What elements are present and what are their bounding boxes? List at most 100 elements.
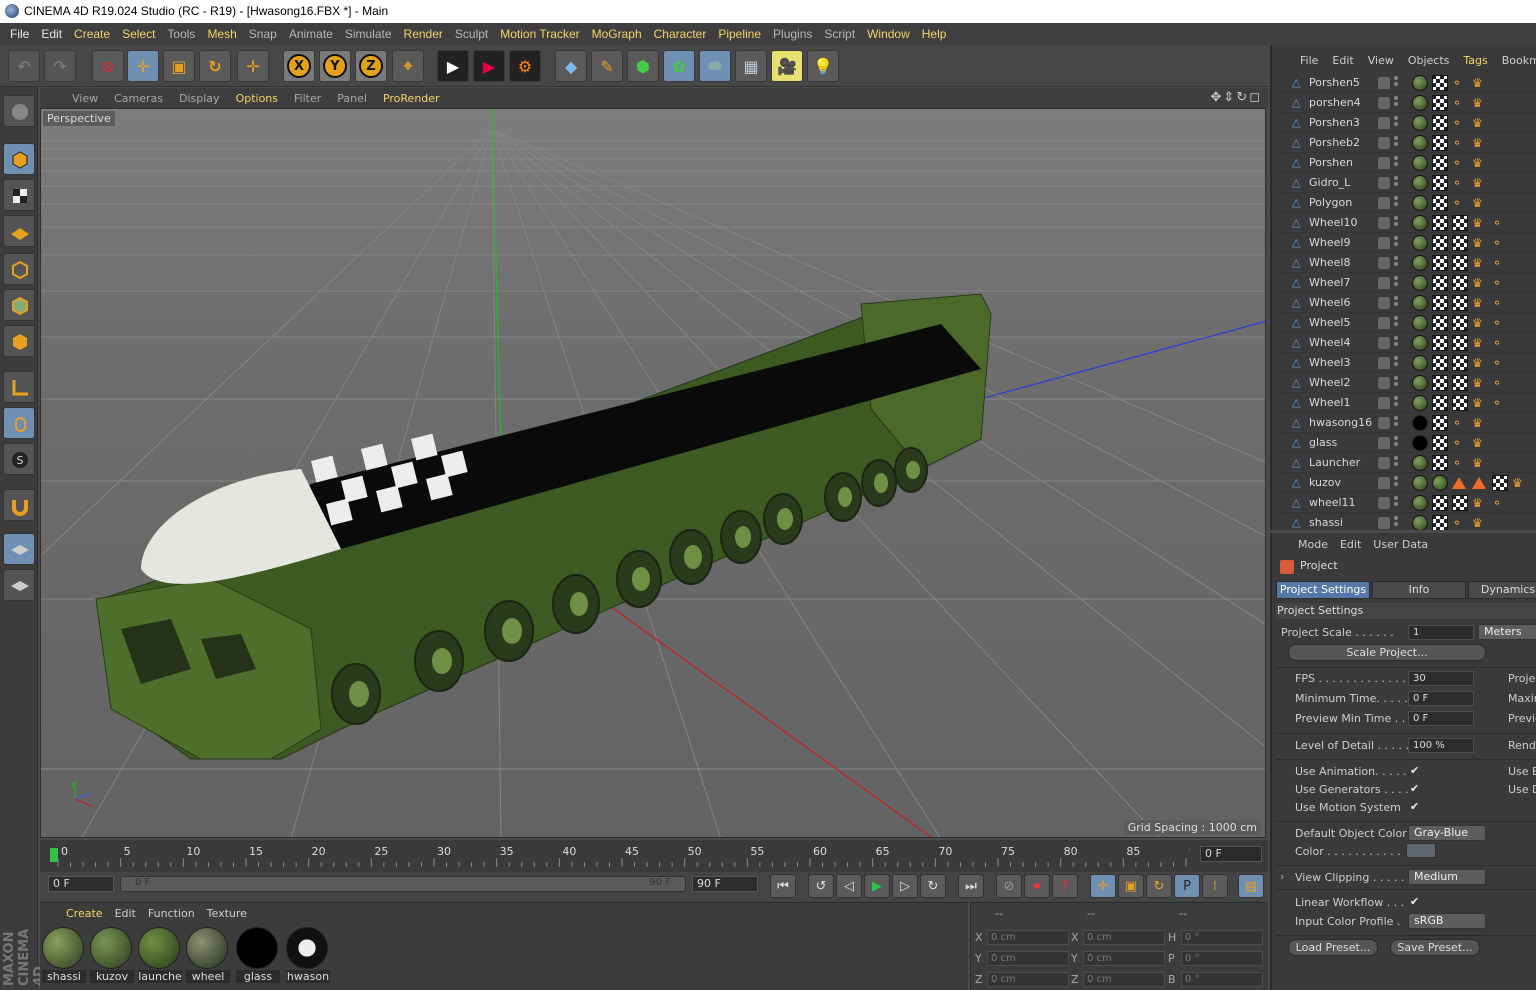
attr-menu-mode[interactable]: Mode (1292, 538, 1334, 551)
step-back-icon[interactable]: ◁ (836, 874, 862, 898)
visibility-dots-icon[interactable] (1394, 256, 1398, 270)
uvw-tag-icon[interactable] (1432, 135, 1448, 151)
linear-workflow-checkbox[interactable]: ✔ (1410, 896, 1422, 908)
layer-toggle-icon[interactable] (1378, 437, 1390, 449)
workplane-mode-icon[interactable] (3, 215, 35, 247)
menu-render[interactable]: Render (398, 27, 449, 41)
material-tag-icon[interactable] (1412, 95, 1428, 111)
phong-tag-icon[interactable]: ⚬ (1452, 115, 1468, 131)
load-preset-button[interactable]: Load Preset... (1288, 939, 1378, 956)
uvw-tag-icon[interactable] (1452, 395, 1468, 411)
layer-toggle-icon[interactable] (1378, 317, 1390, 329)
menu-tools[interactable]: Tools (161, 27, 201, 41)
layer-toggle-icon[interactable] (1378, 77, 1390, 89)
tab-info[interactable]: Info (1372, 581, 1466, 599)
objects-menu-tags[interactable]: Tags (1457, 54, 1495, 67)
uvw-tag-icon[interactable] (1432, 515, 1448, 530)
object-name[interactable]: Porshen3 (1309, 116, 1360, 129)
goto-next-key-icon[interactable]: ↻ (920, 874, 946, 898)
phong-tag-icon[interactable]: ♛ (1472, 495, 1488, 511)
phong-tag-icon[interactable]: ⚬ (1492, 495, 1508, 511)
camera-label[interactable]: Perspective (43, 111, 115, 126)
render-picture-viewer-icon[interactable]: ▶ (473, 50, 505, 82)
snap-magnet-icon[interactable] (3, 489, 35, 521)
object-name[interactable]: shassi (1309, 516, 1343, 529)
phong-tag-icon[interactable]: ⚬ (1492, 235, 1508, 251)
visibility-dots-icon[interactable] (1394, 396, 1398, 410)
undo-icon[interactable]: ↶ (8, 50, 40, 82)
visibility-dots-icon[interactable] (1394, 216, 1398, 230)
x-axis-lock-icon[interactable]: X (283, 50, 315, 82)
cloner-mograph-icon[interactable]: ✿ (663, 50, 695, 82)
visibility-dots-icon[interactable] (1394, 176, 1398, 190)
object-name[interactable]: Wheel6 (1309, 296, 1350, 309)
phong-tag-icon[interactable]: ⚬ (1492, 295, 1508, 311)
save-preset-button[interactable]: Save Preset... (1390, 939, 1480, 956)
uvw-tag-icon[interactable] (1452, 315, 1468, 331)
material-tag-icon[interactable] (1412, 115, 1428, 131)
uvw-tag-icon[interactable] (1432, 235, 1448, 251)
visibility-dots-icon[interactable] (1394, 136, 1398, 150)
attr-menu-user-data[interactable]: User Data (1367, 538, 1434, 551)
y-axis-lock-icon[interactable]: Y (319, 50, 351, 82)
phong-tag-icon[interactable]: ⚬ (1492, 375, 1508, 391)
uvw-tag-icon[interactable] (1432, 275, 1448, 291)
color-swatch[interactable] (1406, 843, 1436, 858)
uvw-tag-icon[interactable] (1452, 375, 1468, 391)
3d-viewport[interactable]: y Perspective Grid Spacing : 1000 cm (40, 108, 1266, 838)
uvw-tag-icon[interactable] (1432, 155, 1448, 171)
material-menu-create[interactable]: Create (60, 907, 109, 920)
uvw-tag-icon[interactable] (1432, 175, 1448, 191)
layer-toggle-icon[interactable] (1378, 477, 1390, 489)
object-row[interactable]: △ Porshen5 ⚬ ♛ (1280, 73, 1536, 93)
visibility-dots-icon[interactable] (1394, 416, 1398, 430)
uvw-tag-icon[interactable] (1452, 295, 1468, 311)
objects-menu-view[interactable]: View (1362, 54, 1402, 67)
object-row[interactable]: △ Porsheb2 ⚬ ♛ (1280, 133, 1536, 153)
start-frame-field[interactable]: 0 F (48, 876, 114, 892)
step-forward-icon[interactable]: ▷ (892, 874, 918, 898)
texture-mode-icon[interactable] (3, 179, 35, 211)
layer-toggle-icon[interactable] (1378, 497, 1390, 509)
coord-field[interactable]: 0 ° (1181, 951, 1263, 966)
visibility-dots-icon[interactable] (1394, 376, 1398, 390)
camera-object-icon[interactable]: 🎥 (771, 50, 803, 82)
view-clipping-expand-icon[interactable]: › (1280, 870, 1284, 883)
uvw-tag-icon[interactable] (1432, 115, 1448, 131)
material-tag-icon[interactable] (1432, 475, 1448, 491)
minimum-time-input[interactable]: 0 F (1408, 691, 1474, 706)
material-tag-icon[interactable] (1412, 415, 1428, 431)
material-tag-icon[interactable] (1412, 315, 1428, 331)
objects-menu-edit[interactable]: Edit (1326, 54, 1361, 67)
phong-tag-icon[interactable]: ♛ (1472, 335, 1488, 351)
material-swatch[interactable]: launche (138, 927, 182, 985)
coord-field[interactable]: 0 cm (987, 930, 1069, 945)
layer-toggle-icon[interactable] (1378, 297, 1390, 309)
object-name[interactable]: Wheel3 (1309, 356, 1350, 369)
menu-script[interactable]: Script (818, 27, 861, 41)
pen-spline-icon[interactable]: ✎ (591, 50, 623, 82)
axis-mode-icon[interactable] (3, 371, 35, 403)
objects-menu-objects[interactable]: Objects (1402, 54, 1458, 67)
coord-field[interactable]: 0 cm (987, 972, 1069, 987)
menu-file[interactable]: File (4, 27, 35, 41)
object-row[interactable]: △ shassi ⚬ ♛ (1280, 513, 1536, 530)
object-name[interactable]: Wheel1 (1309, 396, 1350, 409)
layer-toggle-icon[interactable] (1378, 277, 1390, 289)
uvw-tag-icon[interactable] (1432, 355, 1448, 371)
key-position-icon[interactable]: ✛ (1090, 874, 1116, 898)
phong-tag-icon[interactable]: ⚬ (1452, 135, 1468, 151)
uvw-tag-icon[interactable] (1432, 455, 1448, 471)
menu-snap[interactable]: Snap (243, 27, 283, 41)
menu-create[interactable]: Create (68, 27, 116, 41)
object-row[interactable]: △ Porshen ⚬ ♛ (1280, 153, 1536, 173)
phong-tag-icon[interactable]: ⚬ (1452, 435, 1468, 451)
timeline-window-icon[interactable]: ▤ (1238, 874, 1264, 898)
menu-help[interactable]: Help (916, 27, 953, 41)
objects-menu-bookmarks[interactable]: Bookmarks (1496, 54, 1536, 67)
project-scale-input[interactable]: 1 (1408, 625, 1474, 640)
uvw-tag-icon[interactable] (1432, 295, 1448, 311)
phong-tag-icon[interactable]: ♛ (1472, 295, 1488, 311)
coordinate-system-icon[interactable]: ⌖ (392, 50, 424, 82)
layer-toggle-icon[interactable] (1378, 177, 1390, 189)
